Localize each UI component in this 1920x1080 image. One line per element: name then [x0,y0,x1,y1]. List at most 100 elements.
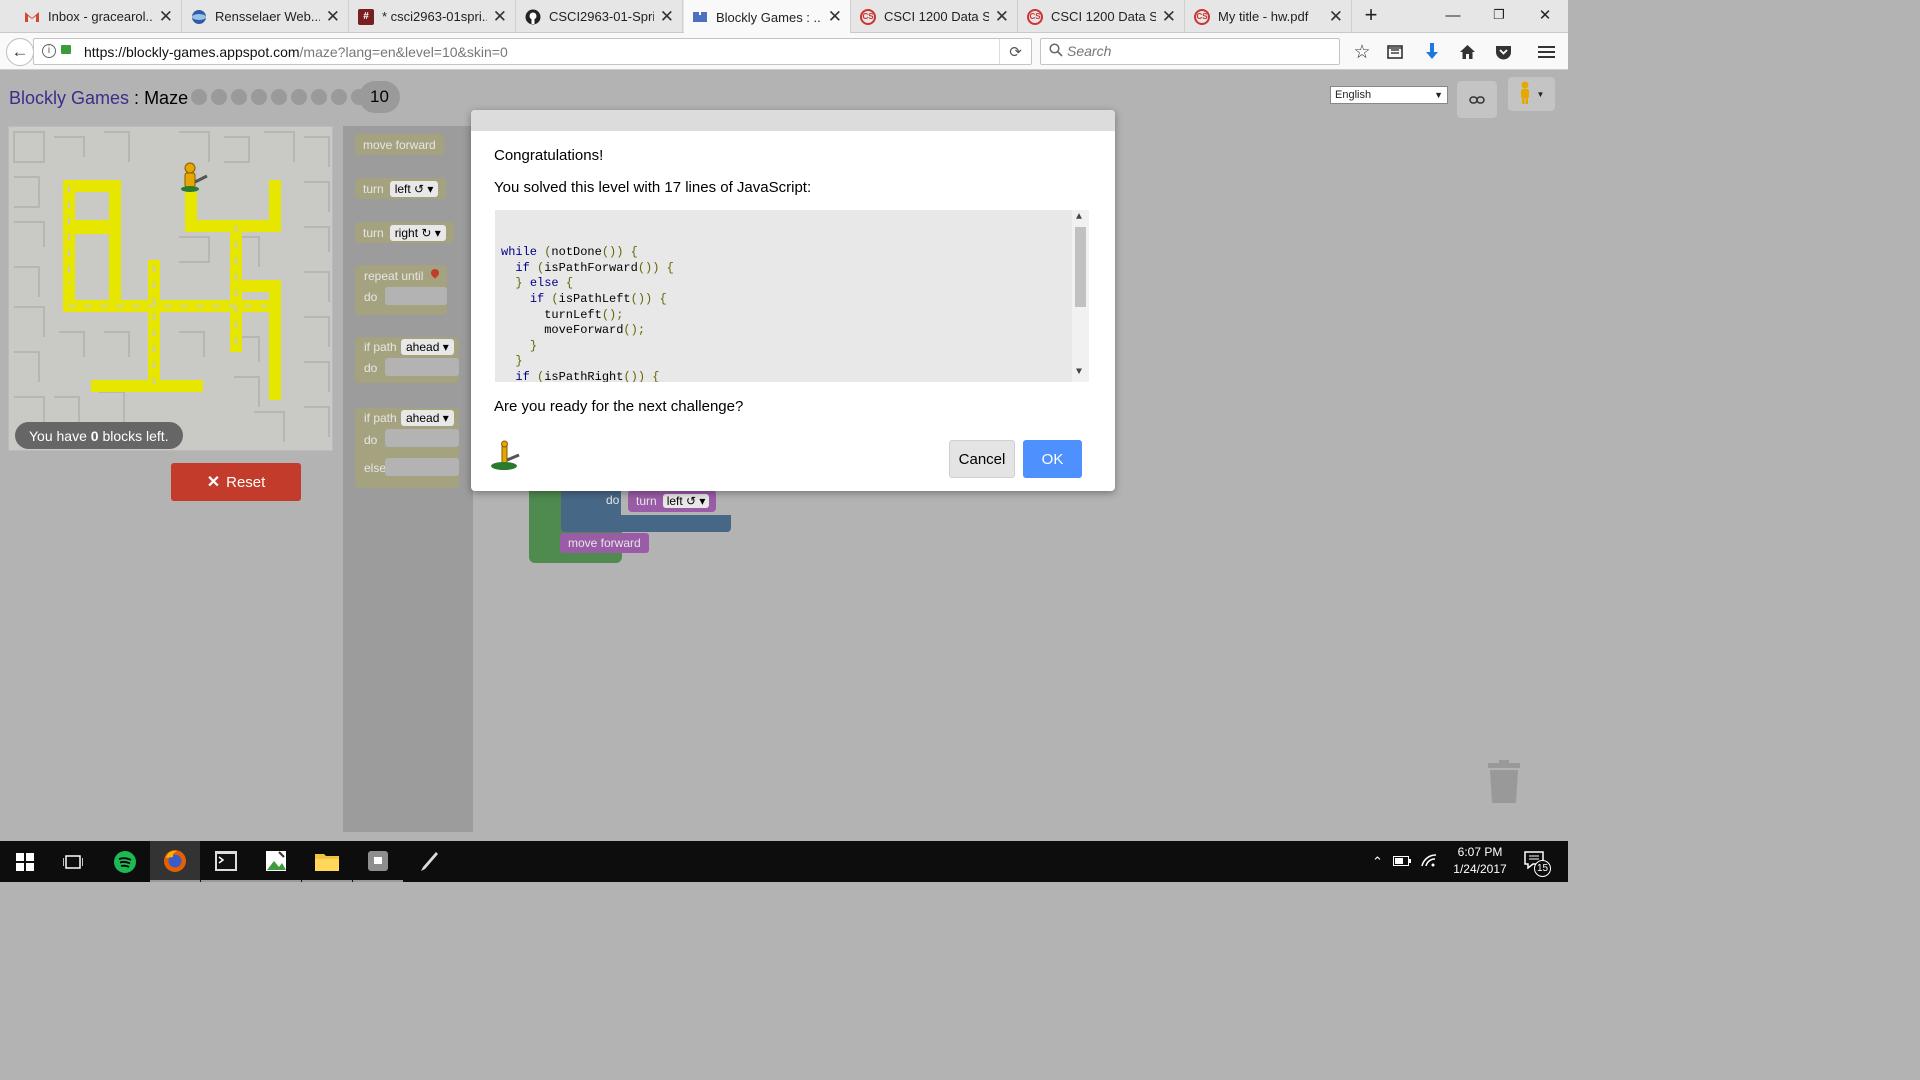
language-select[interactable]: English ▼ [1330,86,1448,104]
reload-icon[interactable]: ⟳ [999,39,1031,64]
download-icon[interactable] [1420,41,1444,63]
info-icon[interactable]: i [42,44,56,58]
search-bar[interactable] [1040,38,1340,65]
code-punctuation: ) [630,369,638,382]
tab-rensselaer[interactable]: Rensselaer Web... ✕ [183,0,349,33]
close-tab-icon[interactable]: ✕ [1162,7,1176,27]
bookmark-star-icon[interactable]: ☆ [1350,41,1374,63]
app-icon[interactable] [353,841,403,882]
level-dot[interactable] [191,89,207,105]
workspace-block-move-forward[interactable]: move forward [560,533,649,553]
home-icon[interactable] [1455,41,1479,63]
direction-dropdown[interactable]: left ↺ ▾ [662,494,710,508]
pen-icon[interactable] [404,841,454,882]
toolbox-block-turn-right[interactable]: turn right ↻ ▾ [355,222,454,243]
battery-icon[interactable] [1392,854,1411,869]
restore-button[interactable]: ❐ [1476,0,1522,30]
level-dot[interactable] [211,89,227,105]
close-tab-icon[interactable]: ✕ [326,7,340,27]
workspace-block-turn-left[interactable]: turn left ↺ ▾ [628,490,716,512]
level-dot[interactable] [291,89,307,105]
toolbox-block-if-else[interactable]: if path ahead ▾ do else [355,408,459,488]
level-dot[interactable] [251,89,267,105]
scroll-thumb[interactable] [1075,227,1086,307]
file-explorer-icon[interactable] [302,841,352,882]
javascript-code-box[interactable]: while (notDone()) { if (isPathForward())… [495,210,1089,382]
menu-icon[interactable] [1534,41,1558,63]
reset-button[interactable]: ✕ Reset [171,463,301,501]
close-tab-icon[interactable]: ✕ [660,7,674,27]
code-scrollbar[interactable]: ▲ ▼ [1072,210,1089,382]
notifications-icon[interactable]: 15 [1524,851,1551,877]
code-text: isPathLeft [558,291,631,306]
pegman-skin-button[interactable]: ▼ [1508,77,1555,111]
task-view-icon[interactable] [48,841,98,882]
cancel-button[interactable]: Cancel [949,440,1015,478]
close-tab-icon[interactable]: ✕ [493,7,507,27]
level-dot[interactable] [231,89,247,105]
code-line: } else { [501,276,1089,292]
chevron-up-icon[interactable]: ⌃ [1372,854,1383,870]
close-tab-icon[interactable]: ✕ [828,7,842,27]
brand-link[interactable]: Blockly Games [9,88,129,108]
tab-csci-1200-b[interactable]: CS CSCI 1200 Data S... ✕ [1019,0,1185,33]
minimize-button[interactable]: — [1430,0,1476,30]
level-dot[interactable] [311,89,327,105]
toolbox-block-turn-left[interactable]: turn left ↺ ▾ [355,178,447,199]
direction-dropdown[interactable]: right ↻ ▾ [389,224,446,241]
maze-map [13,131,330,442]
tab-slack[interactable]: # * csci2963-01spri... ✕ [350,0,516,33]
path-dropdown[interactable]: ahead ▾ [401,410,454,426]
close-tab-icon[interactable]: ✕ [995,7,1009,27]
windows-start-icon[interactable] [0,841,50,882]
maze-board: You have 0 blocks left. [8,126,333,451]
image-editor-icon[interactable] [251,841,301,882]
code-punctuation: ) [637,291,646,306]
tab-blockly-games[interactable]: Blockly Games : ... ✕ [684,0,851,34]
search-icon [1049,43,1063,60]
tab-hw-pdf[interactable]: CS My title - hw.pdf ✕ [1186,0,1352,33]
blocks-left-count: 0 [90,427,99,444]
wifi-icon[interactable] [1421,853,1437,870]
direction-dropdown[interactable]: left ↺ ▾ [389,180,439,197]
close-tab-icon[interactable]: ✕ [159,7,173,27]
caret-down-icon: ▼ [1536,89,1545,99]
close-tab-icon[interactable]: ✕ [1329,7,1343,27]
toolbox-block-if-path[interactable]: if path ahead ▾ do [355,337,459,383]
ok-button[interactable]: OK [1023,440,1082,478]
scroll-up-icon[interactable]: ▲ [1076,210,1082,226]
code-punctuation: ) [637,369,646,382]
toolbox-block-repeat-until[interactable]: repeat until do [355,265,447,315]
pocket-icon[interactable] [1491,41,1515,63]
link-button[interactable] [1457,81,1497,118]
firefox-icon[interactable] [150,841,200,882]
code-text: moveForward [501,323,624,338]
level-dot[interactable] [331,89,347,105]
level-dot[interactable] [271,89,287,105]
terminal-icon[interactable] [201,841,251,882]
back-button[interactable]: ← [6,38,34,66]
tab-github[interactable]: CSCI2963-01-Spri... ✕ [517,0,683,33]
close-window-button[interactable]: ✕ [1522,0,1568,30]
scroll-down-icon[interactable]: ▼ [1076,365,1082,381]
address-bar[interactable]: i https://blockly-games.appspot.com/maze… [33,38,1032,65]
path-dropdown[interactable]: ahead ▾ [401,339,454,355]
toolbox-block-move-forward[interactable]: move forward [355,134,444,155]
trash-can-icon[interactable] [1487,760,1521,804]
tab-csci-1200-a[interactable]: CS CSCI 1200 Data S... ✕ [852,0,1018,33]
tab-gmail[interactable]: Inbox - gracearol... ✕ [16,0,182,33]
search-input[interactable] [1067,43,1327,59]
new-tab-button[interactable]: + [1356,0,1386,30]
rensselaer-icon [191,9,207,25]
dialog-drag-bar[interactable] [471,110,1115,131]
bookmarks-list-icon[interactable] [1383,41,1407,63]
spotify-icon[interactable] [100,841,150,882]
statement-slot [385,358,459,376]
clock[interactable]: 6:07 PM 1/24/2017 [1446,844,1514,878]
blockly-icon [692,9,708,25]
code-punctuation: { [565,276,574,291]
